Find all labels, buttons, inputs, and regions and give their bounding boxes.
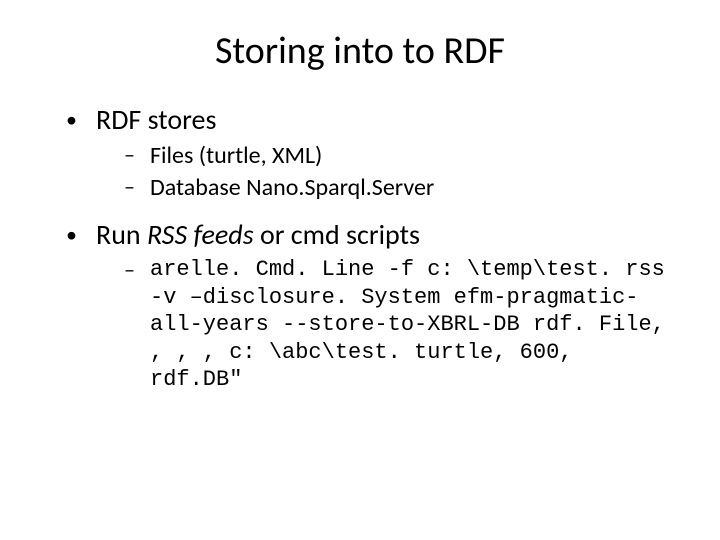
bullet-item-run-rss: Run RSS feeds or cmd scripts arelle. Cmd… xyxy=(60,217,670,394)
slide: Storing into to RDF RDF stores Files (tu… xyxy=(0,0,720,540)
bullet-label-pre: Run xyxy=(96,217,147,252)
sub-list-code: arelle. Cmd. Line -f c: \temp\test. rss … xyxy=(96,256,670,394)
sub-item: Files (turtle, XML) xyxy=(122,141,670,171)
bullet-label-emph: RSS feeds xyxy=(147,217,254,252)
bullet-label: RDF stores xyxy=(96,102,216,137)
slide-title: Storing into to RDF xyxy=(50,28,670,74)
bullet-label-post: or cmd scripts xyxy=(254,217,420,252)
sub-list: Files (turtle, XML) Database Nano.Sparql… xyxy=(96,141,670,203)
bullet-list: RDF stores Files (turtle, XML) Database … xyxy=(50,102,670,394)
bullet-item-rdf-stores: RDF stores Files (turtle, XML) Database … xyxy=(60,102,670,203)
code-item: arelle. Cmd. Line -f c: \temp\test. rss … xyxy=(122,256,670,394)
sub-item: Database Nano.Sparql.Server xyxy=(122,173,670,203)
